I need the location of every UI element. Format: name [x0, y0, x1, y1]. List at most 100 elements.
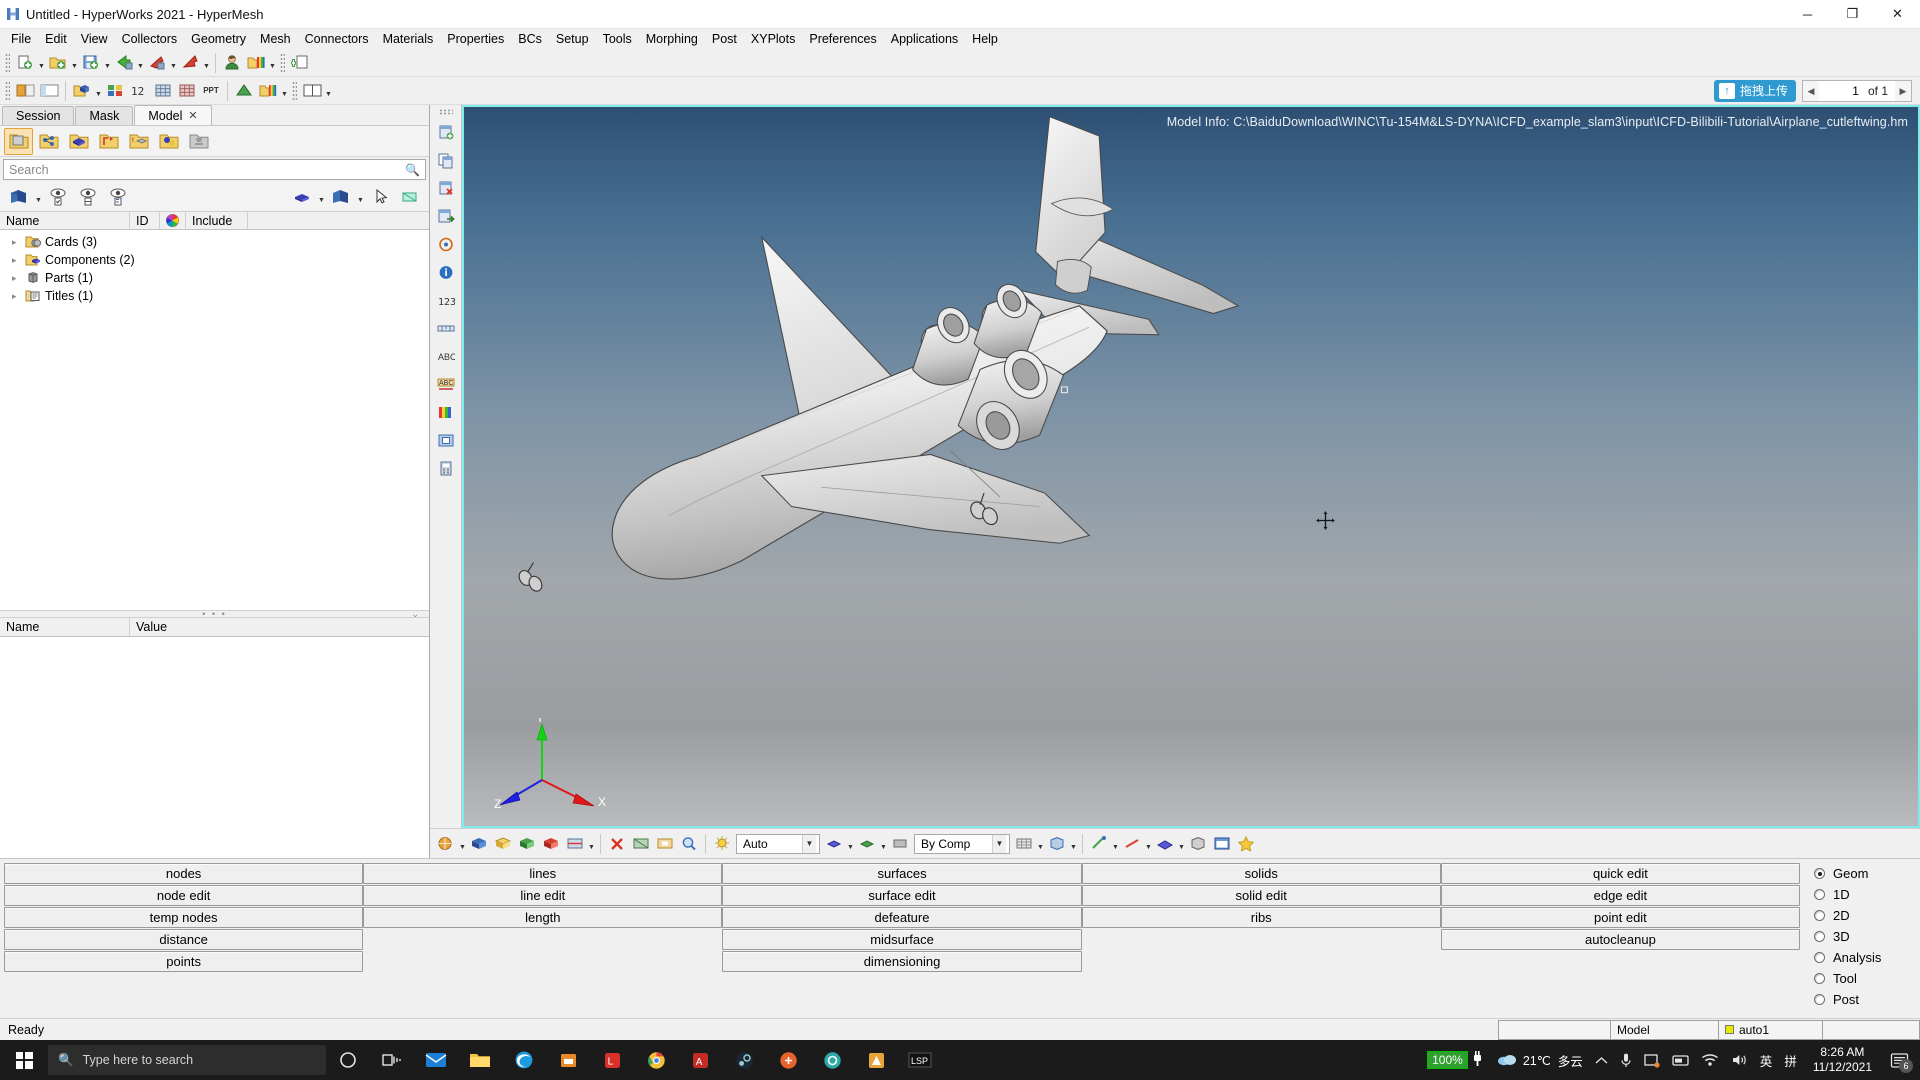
chevron-down-icon[interactable]: ⌄: [411, 609, 421, 620]
chevron-down-icon[interactable]: ▼: [992, 834, 1006, 853]
taskbar-clock[interactable]: 8:26 AM 11/12/2021: [1803, 1045, 1882, 1075]
mode-2d[interactable]: 2D: [1814, 905, 1920, 926]
color-palette-icon[interactable]: [245, 51, 267, 75]
3d-viewport[interactable]: Model Info: C:\BaiduDownload\WINC\Tu-154…: [462, 105, 1920, 828]
ppt-icon[interactable]: PPT: [200, 79, 222, 103]
panel-splitter[interactable]: • • • ⌄: [0, 609, 429, 620]
menu-morphing[interactable]: Morphing: [639, 30, 705, 48]
menu-properties[interactable]: Properties: [440, 30, 511, 48]
search-icon[interactable]: 🔍: [405, 163, 420, 177]
page-navigator[interactable]: ◀ 1 of 1 ▶: [1801, 79, 1912, 102]
component-color-dropdown-icon[interactable]: ▼: [879, 832, 888, 856]
menu-xyplots[interactable]: XYPlots: [744, 30, 802, 48]
color-mode-dropdown-icon[interactable]: ▼: [317, 185, 326, 209]
acrobat-icon[interactable]: A: [678, 1040, 722, 1080]
toolbar-grip-2[interactable]: [280, 52, 285, 73]
create-component-icon[interactable]: [71, 79, 93, 103]
menu-setup[interactable]: Setup: [549, 30, 596, 48]
panel-mode-icon[interactable]: [14, 79, 36, 103]
page-current-input[interactable]: 1: [1819, 84, 1865, 98]
mesh-display-icon[interactable]: [1013, 832, 1035, 856]
reverse-icon[interactable]: [103, 183, 132, 210]
column-include[interactable]: Include: [186, 211, 248, 230]
legend-dropdown-icon[interactable]: ▼: [280, 79, 289, 103]
cmd-points[interactable]: points: [4, 951, 364, 972]
visualization-dropdown-icon[interactable]: ▼: [458, 832, 467, 856]
cmd-dimensioning[interactable]: dimensioning: [722, 951, 1082, 972]
color-wheel-icon[interactable]: [160, 211, 186, 230]
cmd-distance[interactable]: distance: [4, 929, 364, 950]
menu-tools[interactable]: Tools: [596, 30, 639, 48]
property-column-value[interactable]: Value: [130, 618, 429, 636]
component-color-icon[interactable]: [856, 832, 878, 856]
property-column-name[interactable]: Name: [0, 618, 130, 636]
export-icon[interactable]: [146, 51, 168, 75]
favorite-star-icon[interactable]: [1235, 832, 1257, 856]
file-explorer-icon[interactable]: [458, 1040, 502, 1080]
menu-preferences[interactable]: Preferences: [802, 30, 883, 48]
close-icon[interactable]: ✕: [188, 109, 197, 122]
export-dropdown-icon[interactable]: ▼: [169, 51, 178, 75]
mode-1d[interactable]: 1D: [1814, 884, 1920, 905]
mask-icon[interactable]: [630, 832, 652, 856]
toggle-panel-icon[interactable]: [38, 79, 60, 103]
line-icon[interactable]: [1121, 832, 1143, 856]
tree-item-cards[interactable]: ▸ Cards (3): [0, 233, 429, 251]
chevron-down-icon[interactable]: ▼: [802, 834, 816, 853]
includes-folder-icon[interactable]: [184, 128, 213, 155]
mail-icon[interactable]: [414, 1040, 458, 1080]
menu-connectors[interactable]: Connectors: [298, 30, 376, 48]
new-model-icon[interactable]: [14, 51, 36, 75]
connectors-folder-icon[interactable]: [34, 128, 63, 155]
cmd-surfaces[interactable]: surfaces: [722, 863, 1082, 884]
page-delete-icon[interactable]: [433, 175, 459, 201]
expand-icon[interactable]: ▸: [12, 237, 25, 248]
menu-post[interactable]: Post: [705, 30, 744, 48]
app-orange-icon[interactable]: [766, 1040, 810, 1080]
aircraft-geometry[interactable]: [464, 107, 1918, 826]
hide-icon[interactable]: [73, 183, 102, 210]
create-component-dropdown-icon[interactable]: ▼: [94, 79, 103, 103]
display-all-icon[interactable]: [4, 183, 33, 210]
expand-icon[interactable]: ▸: [12, 291, 25, 302]
light-icon[interactable]: [711, 832, 733, 856]
export-solver-icon[interactable]: [179, 51, 201, 75]
shaded-mesh-icon[interactable]: [516, 832, 538, 856]
cmd-solid-edit[interactable]: solid edit: [1081, 885, 1441, 906]
column-id[interactable]: ID: [130, 211, 160, 230]
mesh-icon[interactable]: [152, 79, 174, 103]
color-palette-dropdown-icon[interactable]: ▼: [268, 51, 277, 75]
cmd-length[interactable]: length: [363, 907, 723, 928]
page-next-icon[interactable]: ▶: [1895, 80, 1911, 101]
viewport-toolbar-grip[interactable]: [438, 109, 453, 115]
distance-icon[interactable]: [433, 315, 459, 341]
user-profile-icon[interactable]: [221, 51, 243, 75]
steam-icon[interactable]: [722, 1040, 766, 1080]
wireframe-geom-icon[interactable]: [492, 832, 514, 856]
cmd-quick-edit[interactable]: quick edit: [1440, 863, 1801, 884]
page-copy-icon[interactable]: [433, 147, 459, 173]
status-field-model[interactable]: Model: [1610, 1019, 1718, 1040]
line-dropdown-icon[interactable]: ▼: [1144, 832, 1153, 856]
cortana-circle-icon[interactable]: [326, 1040, 370, 1080]
renumber-icon[interactable]: 12: [128, 79, 150, 103]
display-mode-icon[interactable]: [326, 183, 355, 210]
minimize-button[interactable]: ─: [1785, 0, 1830, 29]
upload-button[interactable]: ↑ 拖拽上传: [1713, 79, 1796, 102]
cmd-solids[interactable]: solids: [1081, 863, 1441, 884]
column-name[interactable]: Name: [0, 211, 130, 230]
element-color-icon[interactable]: [823, 832, 845, 856]
page-next-icon[interactable]: [433, 203, 459, 229]
export-solver-dropdown-icon[interactable]: ▼: [202, 51, 211, 75]
organize-icon[interactable]: [104, 79, 126, 103]
task-view-icon[interactable]: [370, 1040, 414, 1080]
expand-icon[interactable]: ▸: [12, 255, 25, 266]
new-model-dropdown-icon[interactable]: ▼: [37, 51, 46, 75]
display-all-dropdown-icon[interactable]: ▼: [34, 185, 43, 209]
mode-post[interactable]: Post: [1814, 989, 1920, 1010]
ime-language-indicator[interactable]: 英: [1754, 1040, 1779, 1080]
shaded-geom-icon[interactable]: [468, 832, 490, 856]
ime-mode-indicator[interactable]: 拼: [1778, 1040, 1803, 1080]
toolbar2-grip-2[interactable]: [292, 80, 297, 101]
search-input[interactable]: Search 🔍: [3, 159, 426, 180]
